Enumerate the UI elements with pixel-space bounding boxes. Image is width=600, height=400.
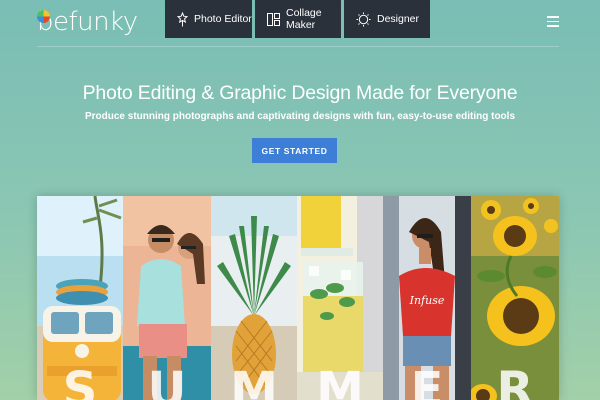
designer-icon: [356, 12, 371, 26]
logo-text: befunky: [37, 7, 138, 37]
top-navigation: befunky Photo Editor Collage Maker Desig…: [0, 0, 600, 46]
header-divider: [37, 46, 559, 47]
nav-collage-maker-label: Collage Maker: [286, 7, 322, 31]
collage-letter-u: U: [147, 362, 187, 400]
collage-maker-icon: [267, 12, 280, 26]
befunky-logo[interactable]: befunky: [37, 7, 138, 37]
collage-panel-pineapple: M: [211, 196, 297, 400]
nav-designer-label: Designer: [377, 13, 420, 25]
nav-collage-maker[interactable]: Collage Maker: [255, 0, 341, 38]
photo-editor-icon: [177, 11, 188, 26]
nav-photo-editor-label: Photo Editor: [194, 13, 252, 25]
collage-letter-r: R: [496, 362, 534, 400]
collage-letter-e: E: [410, 362, 444, 400]
collage-panel-van: S: [37, 196, 123, 400]
collage-panel-woman: Infuse E: [383, 196, 471, 400]
collage-letter-m-2: M: [316, 362, 364, 400]
collage-panel-couple: U: [123, 196, 211, 400]
nav-photo-editor[interactable]: Photo Editor: [165, 0, 252, 38]
collage-panel-drink: M: [297, 196, 383, 400]
collage-panel-sunflowers: R: [471, 196, 559, 400]
hero-subtitle: Produce stunning photographs and captiva…: [84, 111, 516, 122]
hamburger-menu-icon[interactable]: [547, 16, 559, 27]
logo-color-dot: [37, 10, 50, 23]
summer-collage-image: S U M M Infuse E R: [37, 196, 559, 400]
collage-letter-m: M: [230, 362, 278, 400]
get-started-button[interactable]: GET STARTED: [252, 138, 337, 163]
nav-designer[interactable]: Designer: [344, 0, 430, 38]
shirt-print-text: Infuse: [409, 294, 445, 307]
hero-title: Photo Editing & Graphic Design Made for …: [82, 82, 518, 104]
collage-letter-s: S: [62, 362, 98, 400]
